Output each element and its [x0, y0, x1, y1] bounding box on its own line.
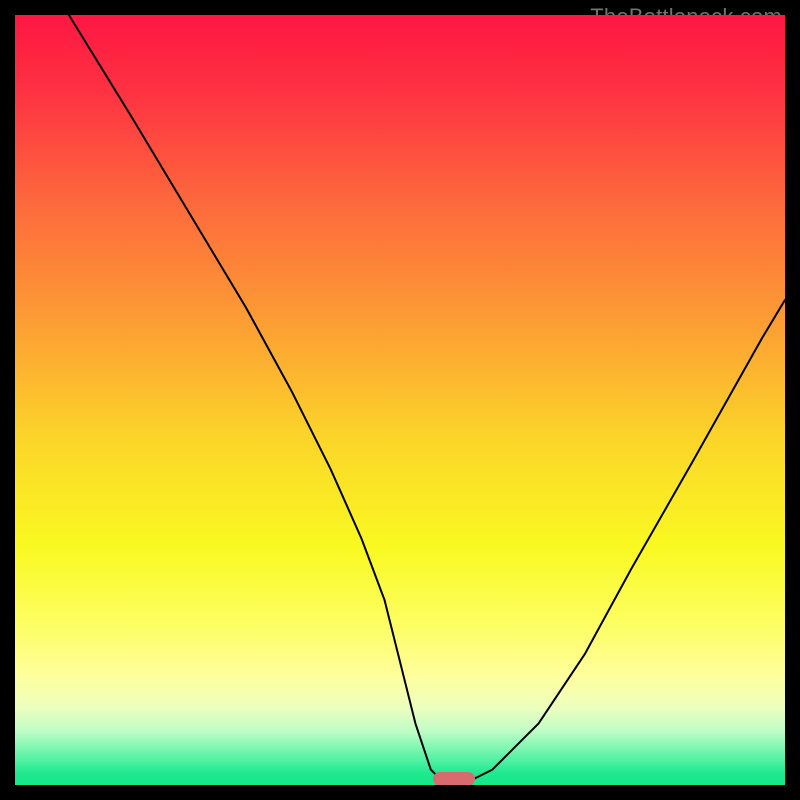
chart-canvas: TheBottleneck.com	[0, 0, 800, 800]
plot-area	[15, 15, 785, 785]
optimal-marker	[433, 772, 475, 785]
bottleneck-curve	[15, 15, 785, 785]
